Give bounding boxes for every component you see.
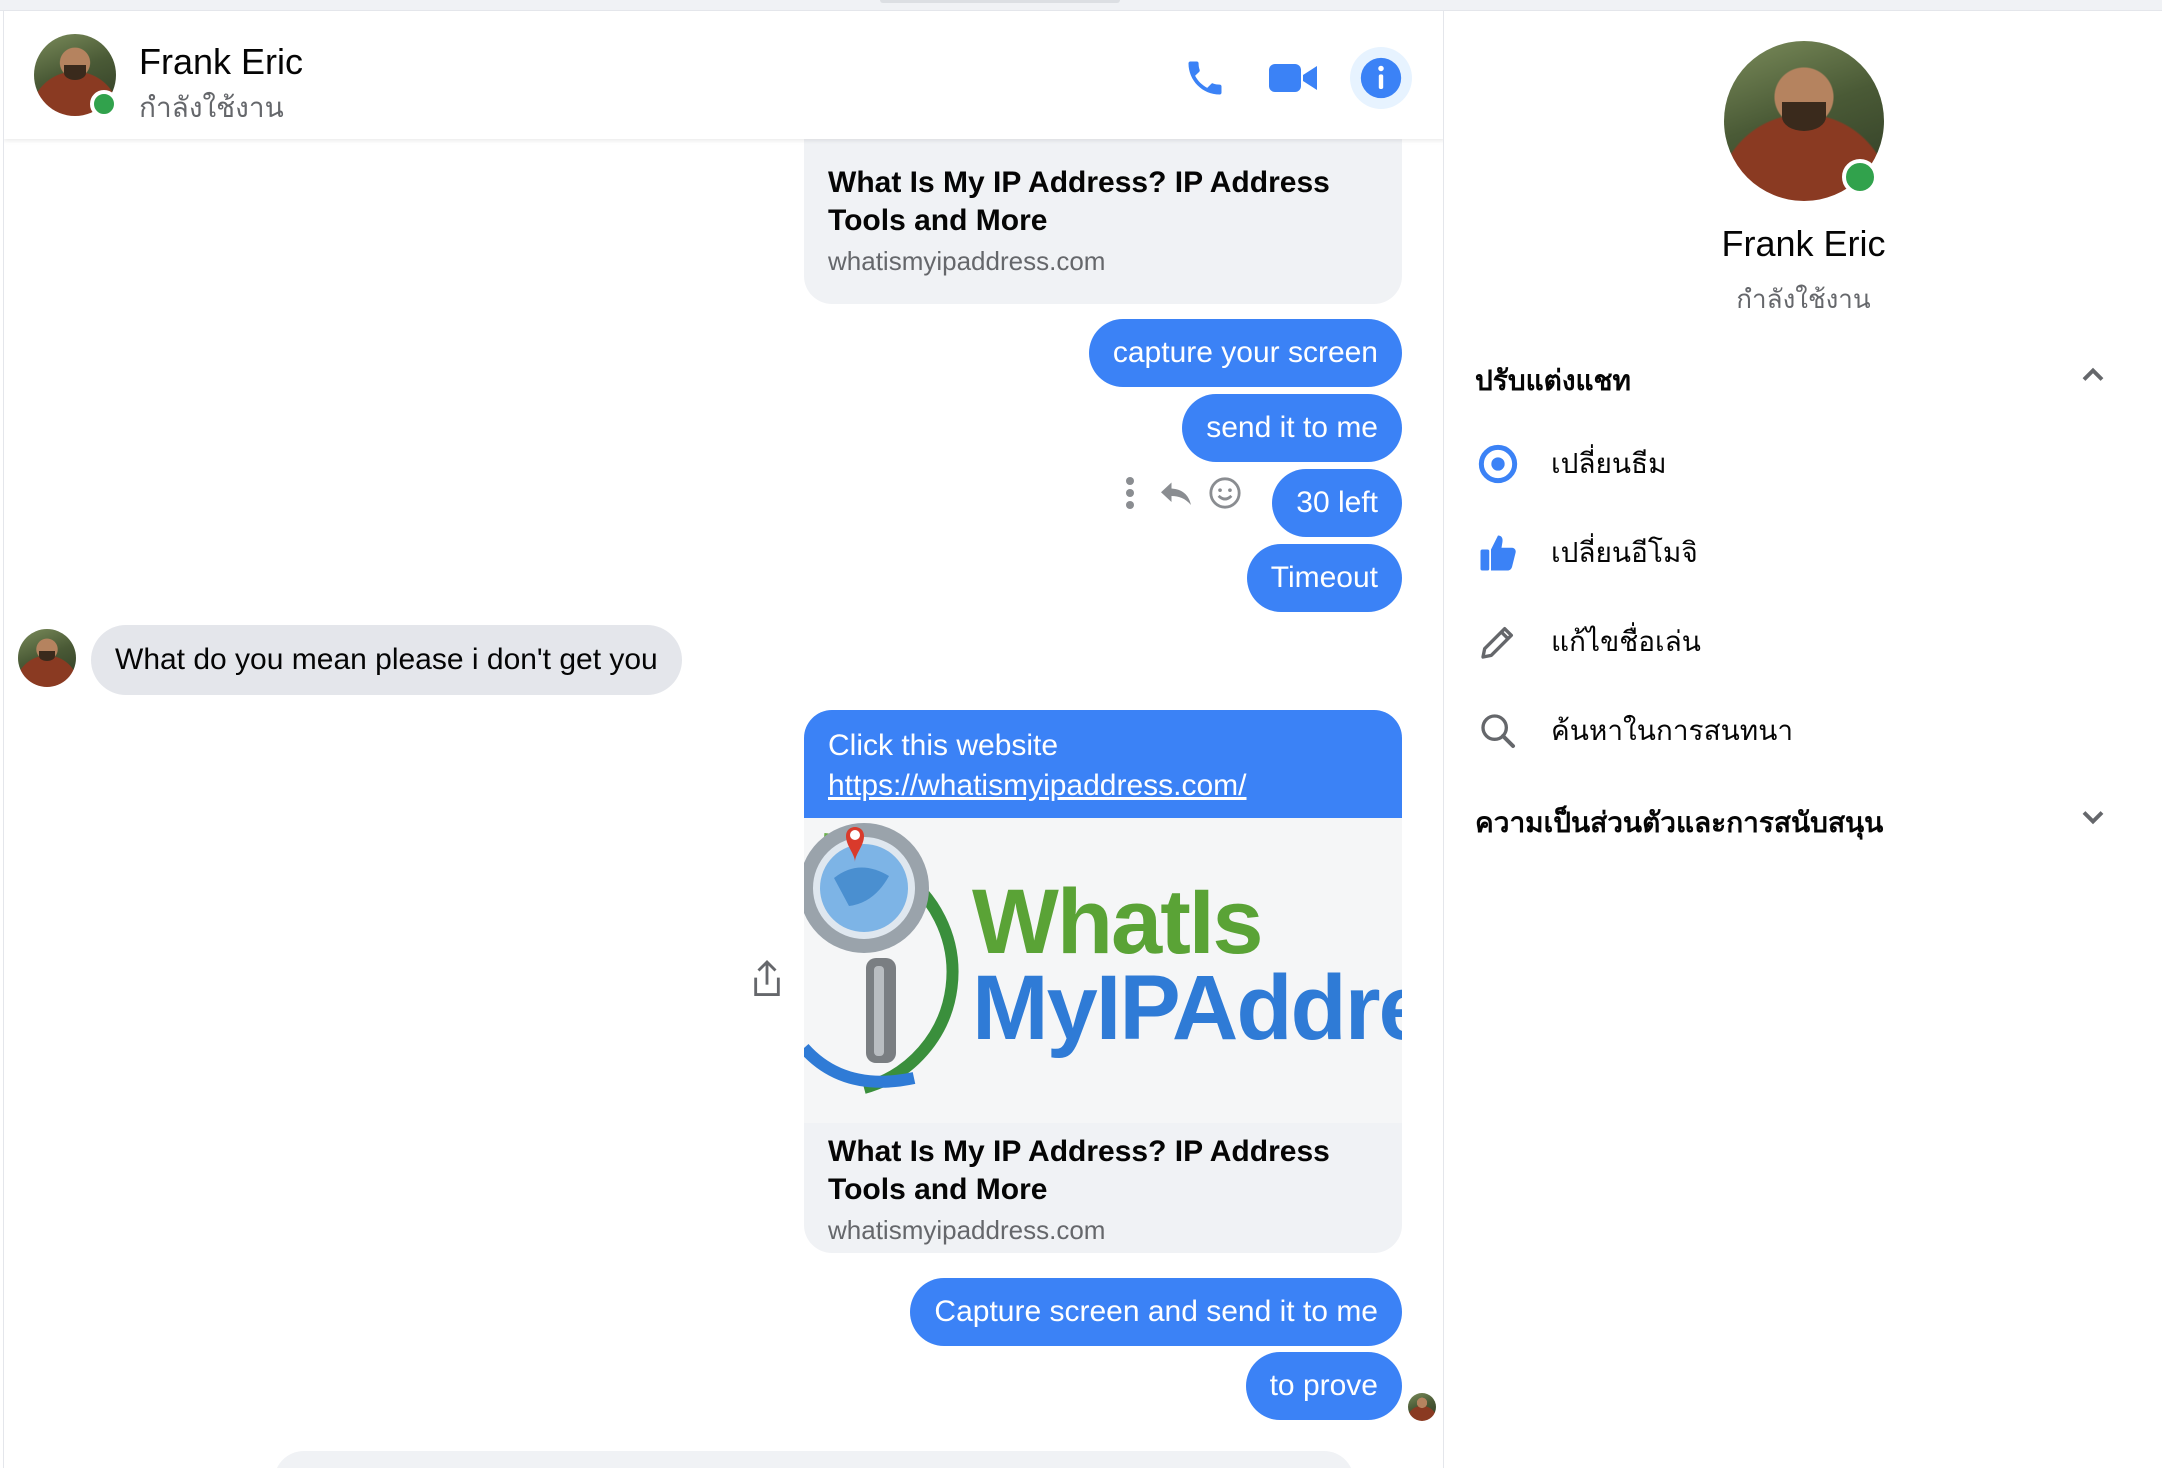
message-bubble-outgoing-link[interactable]: Click this website https://whatismyipadd…	[804, 710, 1402, 818]
theme-circle-icon	[1478, 444, 1518, 484]
menu-item-label: แก้ไขชื่อเล่น	[1551, 625, 1701, 658]
message-bubble-outgoing[interactable]: Timeout	[1246, 544, 1402, 612]
message-link[interactable]: https://whatismyipaddress.com/	[828, 766, 1378, 806]
contact-name[interactable]: Frank Eric	[139, 41, 303, 83]
online-indicator	[1842, 159, 1878, 195]
contact-status: กำลังใช้งาน	[139, 91, 284, 124]
chat-header: Frank Eric กำลังใช้งาน	[4, 11, 1443, 139]
message-text: Click this website	[828, 729, 1059, 762]
chevron-up-icon[interactable]	[2075, 357, 2111, 393]
logo-text-line2: MyIPAddre	[972, 957, 1402, 1059]
pencil-icon	[1481, 627, 1513, 659]
message-list[interactable]: What Is My IP Address? IP Address Tools …	[4, 139, 1443, 1468]
link-preview-domain: whatismyipaddress.com	[828, 1215, 1106, 1245]
info-contact-name[interactable]: Frank Eric	[1445, 223, 2162, 265]
info-contact-status: กำลังใช้งาน	[1736, 285, 1871, 315]
menu-item-label: เปลี่ยนอีโมจิ	[1551, 536, 1698, 569]
video-camera-icon	[1269, 64, 1317, 92]
menu-item-change-emoji[interactable]: เปลี่ยนอีโมจิ	[1475, 523, 2115, 583]
phone-icon	[1188, 61, 1222, 95]
menu-item-label: เปลี่ยนธีม	[1551, 447, 1667, 480]
link-preview-card[interactable]: What Is My IP Address? IP Address Tools …	[804, 139, 1402, 304]
menu-item-label: ค้นหาในการสนทนา	[1551, 714, 1794, 747]
message-bubble-incoming[interactable]: What do you mean please i don't get you	[91, 625, 682, 695]
chevron-down-icon[interactable]	[2075, 799, 2111, 835]
video-call-button[interactable]	[1262, 47, 1324, 109]
reply-icon[interactable]	[1158, 477, 1194, 509]
privacy-support-header[interactable]: ความเป็นส่วนตัวและการสนับสนุน	[1475, 801, 1883, 845]
share-icon[interactable]	[750, 959, 784, 999]
composer-action-icons[interactable]	[28, 1459, 258, 1468]
link-preview-footer[interactable]: What Is My IP Address? IP Address Tools …	[804, 1123, 1402, 1253]
message-input[interactable]	[274, 1451, 1354, 1468]
contact-avatar[interactable]	[34, 34, 118, 118]
info-avatar[interactable]	[1724, 41, 1884, 201]
message-actions	[1122, 473, 1242, 513]
more-options-icon[interactable]	[1122, 475, 1138, 511]
message-bubble-outgoing[interactable]: send it to me	[1182, 394, 1402, 462]
link-preview-domain: whatismyipaddress.com	[828, 246, 1106, 276]
read-receipt-avatar	[1408, 1393, 1436, 1421]
window-top-strip	[0, 0, 2162, 11]
online-indicator	[90, 90, 118, 118]
tab-indicator	[880, 0, 1120, 3]
search-icon	[1481, 714, 1515, 748]
message-bubble-outgoing[interactable]: 30 left	[1272, 469, 1402, 537]
link-preview-title: What Is My IP Address? IP Address Tools …	[828, 166, 1330, 237]
message-bubble-outgoing[interactable]: Capture screen and send it to me	[910, 1278, 1402, 1346]
info-button[interactable]	[1350, 47, 1412, 109]
menu-item-search-conversation[interactable]: ค้นหาในการสนทนา	[1475, 701, 2115, 761]
contact-avatar-small[interactable]	[18, 629, 76, 687]
chat-pane: Frank Eric กำลังใช้งาน What Is My IP Add…	[3, 11, 1444, 1468]
conversation-info-panel: Frank Eric กำลังใช้งาน ปรับแต่งแชท เปลี่…	[1445, 11, 2162, 1468]
call-button[interactable]	[1174, 47, 1236, 109]
message-bubble-outgoing[interactable]: to prove	[1245, 1352, 1402, 1420]
customize-chat-header[interactable]: ปรับแต่งแชท	[1475, 359, 1631, 403]
menu-item-change-theme[interactable]: เปลี่ยนธีม	[1475, 434, 2115, 494]
message-bubble-outgoing[interactable]: capture your screen	[1088, 319, 1402, 387]
emoji-reaction-icon[interactable]	[1208, 476, 1242, 510]
link-preview-image[interactable]: WhatIs MyIPAddre	[804, 818, 1402, 1123]
info-icon	[1360, 57, 1402, 99]
menu-item-edit-nickname[interactable]: แก้ไขชื่อเล่น	[1475, 612, 2115, 672]
thumbs-up-icon	[1480, 535, 1516, 571]
link-preview-title: What Is My IP Address? IP Address Tools …	[828, 1135, 1330, 1206]
